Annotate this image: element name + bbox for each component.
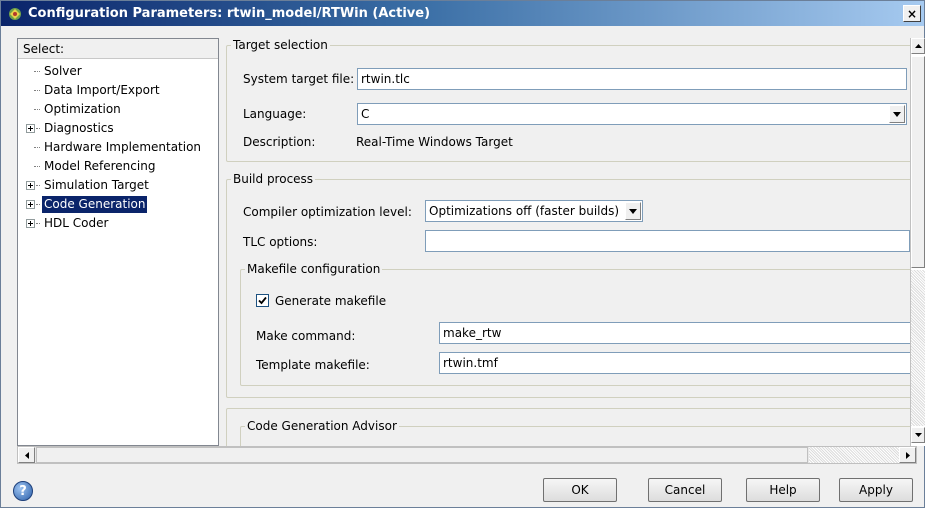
tree-header: Select: [18,39,218,59]
makefile-configuration-legend: Makefile configuration [247,262,381,276]
language-select[interactable]: C [357,103,907,125]
tree-item-label[interactable]: Hardware Implementation [42,139,203,156]
tree-item-label[interactable]: HDL Coder [42,215,110,232]
chevron-down-icon [629,208,637,214]
expand-plus-icon[interactable] [26,200,35,209]
description-label: Description: [243,135,316,149]
system-target-file-label: System target file: [243,72,355,86]
tree-connector [34,90,40,91]
scroll-right-button[interactable] [899,447,916,463]
scroll-up-button[interactable] [911,38,925,54]
tree-connector [36,204,40,205]
tree-item-label[interactable]: Solver [42,63,84,80]
target-selection-group: Target selection [226,38,910,162]
category-tree: Select: Solver Data Import/Export Optimiza… [17,38,219,446]
tree-item[interactable]: Solver [18,62,218,81]
cancel-button[interactable]: Cancel [648,478,722,502]
template-makefile-label: Template makefile: [256,358,370,372]
language-value: C [361,107,370,121]
horizontal-scrollbar[interactable] [17,446,917,464]
tree-item-label[interactable]: Code Generation [42,196,148,213]
vertical-scroll-thumb[interactable] [911,56,925,268]
tree-item-label[interactable]: Model Referencing [42,158,157,175]
tree-item[interactable]: Simulation Target [18,176,218,195]
compiler-optimization-select[interactable]: Optimizations off (faster builds) [425,200,643,222]
checkmark-icon [258,296,267,305]
compiler-optimization-label: Compiler optimization level: [243,205,412,219]
vertical-scrollbar[interactable] [910,38,925,446]
tree-connector [34,166,40,167]
generate-makefile-checkbox[interactable] [256,294,269,307]
apply-button[interactable]: Apply [839,478,913,502]
tree-item[interactable]: Optimization [18,100,218,119]
template-makefile-input[interactable]: rtwin.tmf [439,352,910,374]
tree-item[interactable]: Hardware Implementation [18,138,218,157]
scroll-left-button[interactable] [18,447,35,463]
tlc-options-input[interactable] [425,230,910,252]
vertical-scroll-track[interactable] [911,270,925,426]
scroll-down-button[interactable] [911,427,925,443]
window-title: Configuration Parameters: rtwin_model/RT… [28,6,431,21]
horizontal-scroll-thumb[interactable] [36,447,808,463]
compiler-optimization-dropdown-arrow[interactable] [625,202,641,220]
arrow-up-icon [914,44,922,48]
tree-item[interactable]: Model Referencing [18,157,218,176]
title-bar[interactable]: Configuration Parameters: rtwin_model/RT… [1,1,924,26]
tree-item-label[interactable]: Simulation Target [42,177,151,194]
close-button[interactable]: × [903,5,921,22]
configuration-dialog: Configuration Parameters: rtwin_model/RT… [0,0,925,508]
tree-connector [36,223,40,224]
tlc-options-label: TLC options: [243,235,318,249]
tree-connector [36,128,40,129]
expand-plus-icon[interactable] [26,124,35,133]
expand-plus-icon[interactable] [26,219,35,228]
tree-connector [34,109,40,110]
settings-pane: Target selection System target file: rtw… [220,38,910,446]
tree-connector [36,185,40,186]
generate-makefile-label[interactable]: Generate makefile [275,294,386,308]
tree-item[interactable]: HDL Coder [18,214,218,233]
tree-connector [34,147,40,148]
code-generation-advisor-legend: Code Generation Advisor [247,419,397,433]
system-target-file-input[interactable]: rtwin.tlc [357,68,907,90]
make-command-input[interactable]: make_rtw [439,322,910,344]
target-selection-legend: Target selection [233,38,328,52]
tree-item[interactable]: Diagnostics [18,119,218,138]
expand-plus-icon[interactable] [26,181,35,190]
dialog-button-bar: ? OK Cancel Help Apply [1,465,924,507]
help-icon[interactable]: ? [13,481,33,501]
arrow-left-icon [24,451,29,459]
tree-item-label[interactable]: Diagnostics [42,120,116,137]
tree-item-label[interactable]: Data Import/Export [42,82,162,99]
horizontal-scroll-track[interactable] [809,447,899,463]
chevron-down-icon [893,111,901,117]
compiler-optimization-value: Optimizations off (faster builds) [429,204,620,218]
tree-item[interactable]: Code Generation [18,195,218,214]
simulink-icon [6,5,24,23]
description-value: Real-Time Windows Target [356,135,513,149]
make-command-label: Make command: [256,329,356,343]
ok-button[interactable]: OK [543,478,617,502]
help-button[interactable]: Help [746,478,820,502]
tree-item[interactable]: Data Import/Export [18,81,218,100]
arrow-down-icon [914,433,922,437]
language-label: Language: [243,107,307,121]
tree-item-label[interactable]: Optimization [42,101,123,118]
arrow-right-icon [905,451,910,459]
code-generation-advisor-group: Code Generation Advisor [240,419,910,446]
language-dropdown-arrow[interactable] [889,105,905,123]
close-icon: × [906,6,918,21]
build-process-legend: Build process [233,172,314,186]
tree-connector [34,71,40,72]
tree-list: Solver Data Import/Export Optimization Diag… [18,59,218,233]
